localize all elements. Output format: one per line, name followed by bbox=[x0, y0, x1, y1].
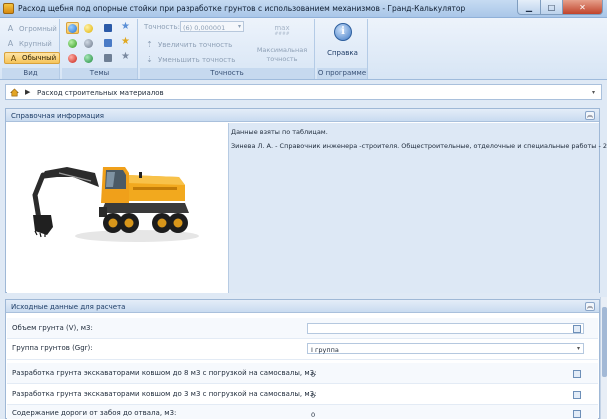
excavation-8m3-value: 0 bbox=[311, 370, 316, 379]
breadcrumb-dropdown-icon[interactable]: ▾ bbox=[592, 89, 595, 96]
excavation-8m3-label: Разработка грунта экскаваторами ковшом д… bbox=[12, 369, 317, 377]
theme-light-blue-icon[interactable] bbox=[104, 39, 112, 47]
precision-group-label: Точность bbox=[140, 68, 314, 79]
theme-star-gold-icon[interactable]: ★ bbox=[121, 37, 130, 47]
theme-star-gray-icon[interactable]: ★ bbox=[121, 52, 130, 62]
font-huge-button[interactable]: A Огромный bbox=[5, 23, 57, 34]
precision-select[interactable]: (6) 0,000001 ▾ bbox=[180, 21, 244, 32]
reference-panel-header: Справочная информация ︽ bbox=[6, 109, 599, 122]
excavation-3m3-output: 0 bbox=[307, 389, 584, 400]
home-icon[interactable] bbox=[10, 88, 19, 97]
increase-precision-button[interactable]: ⇡ Увеличить точность bbox=[144, 40, 232, 49]
breadcrumb-arrow-icon: ▶ bbox=[25, 88, 31, 96]
road-maintenance-value: 0 bbox=[311, 410, 316, 419]
theme-star-blue-icon[interactable]: ★ bbox=[121, 22, 130, 32]
copy-icon[interactable] bbox=[573, 410, 581, 418]
reference-line: Зинева Л. А. - Справочник инженера -стро… bbox=[231, 142, 607, 150]
collapse-up-icon[interactable]: ︽ bbox=[585, 302, 595, 311]
font-huge-icon: A bbox=[7, 24, 14, 33]
theme-gray-icon[interactable] bbox=[84, 39, 93, 48]
help-button[interactable]: i Справка bbox=[322, 21, 363, 65]
reference-panel-title: Справочная информация bbox=[11, 112, 104, 120]
themes-group: ★ ★ ★ Темы bbox=[62, 19, 138, 79]
soil-group-label: Группа грунтов (Ggr): bbox=[12, 344, 93, 352]
max-icon-subtext: #### bbox=[274, 32, 290, 37]
max-precision-icon: max #### bbox=[270, 24, 294, 37]
max-precision-label-2: точность bbox=[266, 55, 298, 63]
font-normal-button[interactable]: A Обычный bbox=[4, 52, 61, 64]
window-title: Расход щебня под опорные стойки при разр… bbox=[18, 4, 466, 13]
chevron-down-icon: ▾ bbox=[237, 23, 241, 30]
title-bar: Расход щебня под опорные стойки при разр… bbox=[0, 0, 607, 18]
theme-red-icon[interactable] bbox=[68, 54, 77, 63]
decrease-precision-icon: ⇣ bbox=[146, 55, 153, 64]
close-button[interactable]: ✕ bbox=[563, 0, 603, 15]
precision-label: Точность: bbox=[144, 23, 180, 31]
view-group-label: Вид bbox=[2, 68, 59, 79]
reference-text-area: Данные взяты по таблицам. Зинева Л. А. -… bbox=[228, 123, 607, 293]
decrease-precision-button[interactable]: ⇣ Уменьшить точность bbox=[144, 55, 235, 64]
excavation-3m3-label: Разработка грунта экскаваторами ковшом д… bbox=[12, 390, 317, 398]
theme-dark-blue-icon[interactable] bbox=[104, 24, 112, 32]
view-group: A Огромный A Крупный A Обычный Вид bbox=[2, 19, 61, 79]
theme-slate-icon[interactable] bbox=[104, 54, 112, 62]
theme-green-icon[interactable] bbox=[68, 39, 77, 48]
copy-icon[interactable] bbox=[573, 391, 581, 399]
precision-group: Точность: (6) 0,000001 ▾ ⇡ Увеличить точ… bbox=[140, 19, 315, 79]
excavator-image bbox=[7, 123, 228, 293]
font-large-label: Крупный bbox=[19, 39, 52, 48]
copy-icon[interactable] bbox=[573, 370, 581, 378]
soil-volume-label: Объем грунта (V), м3: bbox=[12, 324, 93, 332]
theme-dark-green-icon[interactable] bbox=[84, 54, 93, 63]
about-group: i Справка О программе bbox=[317, 19, 368, 79]
app-icon bbox=[3, 3, 14, 14]
theme-yellow-icon[interactable] bbox=[84, 24, 93, 33]
reference-line: Данные взяты по таблицам. bbox=[231, 128, 328, 136]
collapse-up-icon[interactable]: ︽ bbox=[585, 111, 595, 120]
soil-group-select[interactable]: I группа ▾ bbox=[307, 343, 584, 354]
max-precision-button[interactable]: max #### Максимальная точность bbox=[252, 21, 312, 67]
decrease-precision-label: Уменьшить точность bbox=[158, 55, 236, 64]
max-precision-label-1: Максимальная bbox=[256, 46, 308, 54]
window-controls: ▁ □ ✕ bbox=[517, 0, 603, 15]
help-label: Справка bbox=[327, 49, 358, 57]
about-group-label: О программе bbox=[317, 68, 367, 79]
maximize-button[interactable]: □ bbox=[541, 0, 563, 15]
themes-group-label: Темы bbox=[62, 68, 137, 79]
theme-blue-icon[interactable] bbox=[68, 24, 77, 33]
ribbon: A Огромный A Крупный A Обычный Вид ★ ★ ★… bbox=[0, 18, 607, 80]
input-panel-header: Исходные данные для расчета ︽ bbox=[6, 300, 599, 313]
max-icon-text: max bbox=[274, 24, 290, 32]
excavation-3m3-value: 0 bbox=[311, 391, 316, 400]
info-icon: i bbox=[334, 23, 352, 41]
vertical-scrollbar[interactable] bbox=[600, 297, 607, 419]
input-panel: Исходные данные для расчета ︽ Объем грун… bbox=[5, 299, 600, 419]
calculator-icon[interactable] bbox=[573, 325, 581, 333]
soil-group-value: I группа bbox=[311, 345, 339, 354]
increase-precision-icon: ⇡ bbox=[146, 40, 153, 49]
font-normal-label: Обычный bbox=[22, 54, 57, 62]
minimize-button[interactable]: ▁ bbox=[517, 0, 541, 15]
font-large-button[interactable]: A Крупный bbox=[5, 38, 52, 49]
increase-precision-label: Увеличить точность bbox=[158, 40, 233, 49]
font-large-icon: A bbox=[7, 39, 14, 48]
font-normal-icon: A bbox=[10, 53, 17, 63]
excavator-illustration bbox=[32, 167, 199, 242]
excavation-8m3-output: 0 bbox=[307, 368, 584, 379]
chevron-down-icon: ▾ bbox=[576, 345, 580, 352]
scrollbar-thumb[interactable] bbox=[602, 307, 607, 377]
font-huge-label: Огромный bbox=[19, 24, 57, 33]
road-maintenance-output: 0 bbox=[307, 408, 584, 419]
soil-volume-input[interactable] bbox=[307, 323, 584, 334]
precision-value: (6) 0,000001 bbox=[183, 23, 226, 32]
breadcrumb-bar: ▶ Расход строительных материалов ▾ bbox=[5, 84, 602, 100]
input-panel-title: Исходные данные для расчета bbox=[11, 303, 126, 311]
breadcrumb[interactable]: Расход строительных материалов bbox=[37, 89, 164, 97]
road-maintenance-label: Содержание дороги от забоя до отвала, м3… bbox=[12, 409, 177, 417]
reference-panel: Справочная информация ︽ Данные взяты по … bbox=[5, 108, 607, 293]
